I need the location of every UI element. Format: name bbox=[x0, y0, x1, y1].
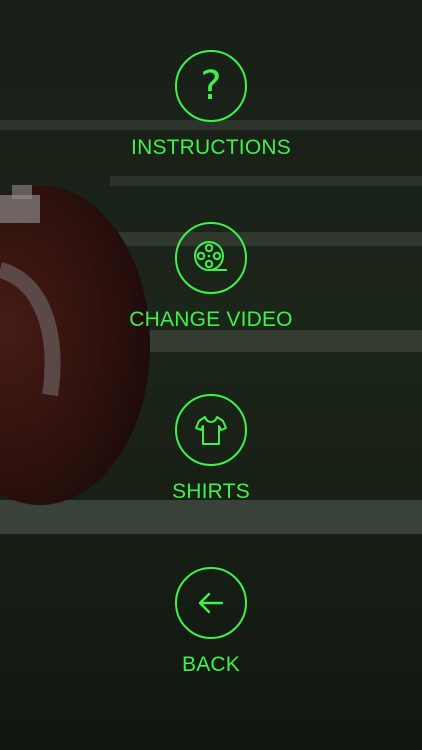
question-mark-icon: ? bbox=[200, 63, 222, 109]
main-menu: ? INSTRUCTIONS CHANGE VIDEO SHIRTS BACK bbox=[0, 0, 422, 750]
change-video-label: CHANGE VIDEO bbox=[129, 308, 293, 331]
shirts-circle bbox=[175, 394, 247, 466]
shirts-button[interactable]: SHIRTS bbox=[0, 394, 422, 524]
film-reel-icon bbox=[194, 241, 227, 271]
change-video-button[interactable]: CHANGE VIDEO bbox=[0, 222, 422, 352]
back-label: BACK bbox=[182, 653, 240, 676]
change-video-circle bbox=[175, 222, 247, 294]
arrow-left-icon bbox=[198, 592, 224, 614]
back-button[interactable]: BACK bbox=[0, 567, 422, 697]
shirt-icon bbox=[195, 416, 227, 445]
back-circle bbox=[175, 567, 247, 639]
instructions-button[interactable]: ? INSTRUCTIONS bbox=[0, 50, 422, 180]
instructions-label: INSTRUCTIONS bbox=[131, 136, 291, 159]
shirts-label: SHIRTS bbox=[172, 480, 250, 503]
instructions-circle: ? bbox=[175, 50, 247, 122]
